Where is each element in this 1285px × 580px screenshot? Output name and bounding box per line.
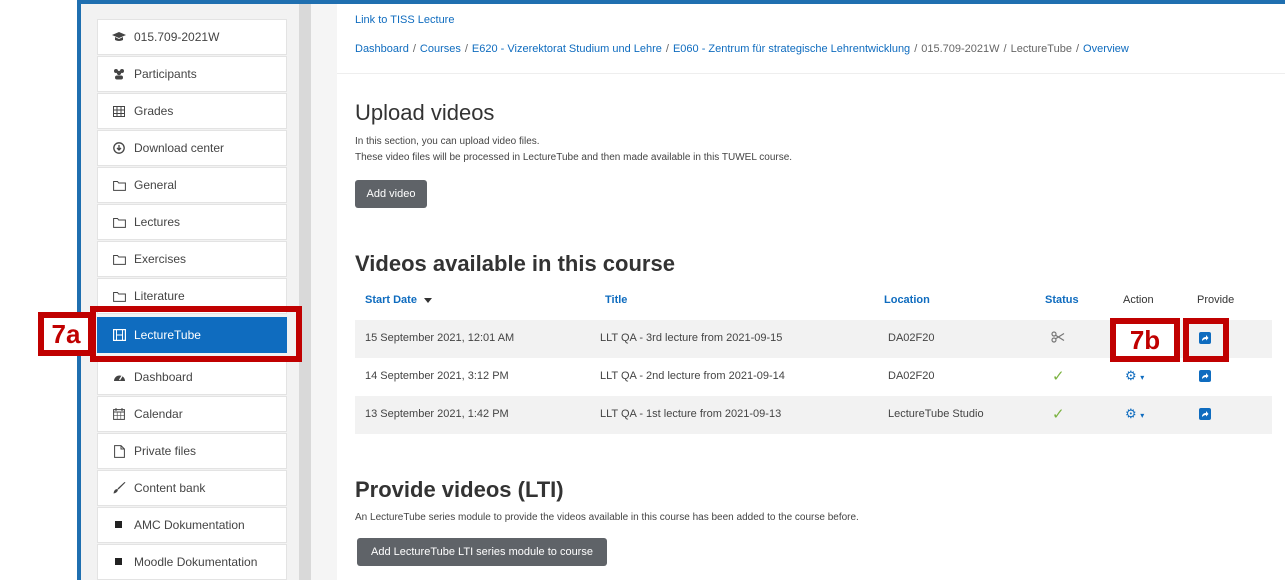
cell-title: LLT QA - 2nd lecture from 2021-09-14 [600, 370, 785, 382]
cell-title: LLT QA - 1st lecture from 2021-09-13 [600, 408, 782, 420]
annotation-box-7b [1183, 318, 1229, 362]
users-icon [112, 68, 126, 80]
breadcrumb-e060[interactable]: E060 - Zentrum für strategische Lehrentw… [673, 43, 910, 55]
cell-start-date: 15 September 2021, 12:01 AM [365, 332, 515, 344]
sidebar-item-general[interactable]: General [97, 167, 287, 203]
provide-icon[interactable] [1199, 408, 1211, 420]
table-row: 13 September 2021, 1:42 PM LLT QA - 1st … [355, 396, 1272, 434]
provide-description: An LectureTube series module to provide … [355, 512, 859, 523]
scissors-icon [1051, 331, 1065, 346]
videos-heading: Videos available in this course [355, 251, 675, 276]
cell-title: LLT QA - 3rd lecture from 2021-09-15 [600, 332, 783, 344]
calendar-icon [112, 408, 126, 420]
folder-icon [112, 217, 126, 228]
sidebar-scrollbar[interactable] [299, 4, 311, 580]
breadcrumb-dashboard[interactable]: Dashboard [355, 43, 409, 55]
cell-location: DA02F20 [888, 370, 935, 382]
column-header-provide: Provide [1197, 294, 1235, 306]
chevron-down-icon: ▾ [1140, 373, 1145, 382]
column-header-status[interactable]: Status [1045, 294, 1079, 306]
dashboard-icon [112, 371, 126, 383]
column-header-action: Action [1123, 294, 1154, 306]
column-header-location[interactable]: Location [884, 294, 930, 306]
page-header [337, 4, 1285, 74]
provide-heading: Provide videos (LTI) [355, 477, 564, 502]
check-icon: ✓ [1052, 368, 1065, 385]
column-header-start-date[interactable]: Start Date [365, 294, 433, 306]
cell-location: LectureTube Studio [888, 408, 984, 420]
table-row: 14 September 2021, 3:12 PM LLT QA - 2nd … [355, 358, 1272, 396]
sidebar-item-moodle-dokumentation[interactable]: Moodle Dokumentation [97, 544, 287, 580]
sidebar-item-label: Participants [134, 67, 197, 81]
breadcrumb-separator: / [464, 43, 468, 55]
annotation-label-7a: 7a [38, 312, 94, 356]
sidebar-item-exercises[interactable]: Exercises [97, 241, 287, 277]
provide-icon[interactable] [1199, 370, 1211, 382]
cell-location: DA02F20 [888, 332, 935, 344]
sidebar-item-label: Moodle Dokumentation [134, 555, 258, 569]
download-circle-icon [112, 142, 126, 154]
sidebar-item-label: Grades [134, 104, 174, 118]
breadcrumb-separator: / [412, 43, 416, 55]
file-icon [112, 444, 126, 458]
sidebar-item-amc-dokumentation[interactable]: AMC Dokumentation [97, 507, 287, 543]
sidebar-item-grades[interactable]: Grades [97, 93, 287, 129]
sidebar-item-course[interactable]: 015.709-2021W [97, 19, 287, 55]
sidebar-item-label: AMC Dokumentation [134, 518, 245, 532]
sidebar-item-label: General [134, 178, 177, 192]
add-lti-module-button[interactable]: Add LectureTube LTI series module to cou… [357, 538, 607, 566]
sidebar-item-download-center[interactable]: Download center [97, 130, 287, 166]
breadcrumb-courses[interactable]: Courses [420, 43, 461, 55]
upload-description-line-2: These video files will be processed in L… [355, 152, 793, 163]
add-video-button[interactable]: Add video [355, 180, 427, 208]
square-bullet-icon [112, 521, 126, 529]
tiss-lecture-link[interactable]: Link to TISS Lecture [355, 14, 454, 26]
breadcrumb-separator: / [1075, 43, 1080, 55]
annotation-label-7b: 7b [1110, 318, 1180, 362]
sidebar-item-label: Exercises [134, 252, 187, 266]
sidebar-item-label: 015.709-2021W [134, 30, 220, 44]
column-header-title[interactable]: Title [605, 294, 627, 306]
cell-start-date: 13 September 2021, 1:42 PM [365, 408, 509, 420]
graduation-cap-icon [112, 31, 126, 43]
sidebar-item-label: Lectures [134, 215, 181, 229]
table-icon [112, 105, 126, 117]
folder-icon [112, 291, 126, 302]
cell-start-date: 14 September 2021, 3:12 PM [365, 370, 509, 382]
sidebar-item-label: Calendar [134, 407, 183, 421]
folder-icon [112, 180, 126, 191]
sidebar-item-label: Dashboard [134, 370, 193, 384]
breadcrumb-course: 015.709-2021W [921, 43, 1000, 55]
sidebar-item-content-bank[interactable]: Content bank [97, 470, 287, 506]
breadcrumb-overview[interactable]: Overview [1083, 43, 1129, 55]
sidebar-item-label: Download center [134, 141, 225, 155]
breadcrumb: Dashboard / Courses / E620 - Vizerektorat St… [355, 43, 1129, 55]
annotation-box-7a [90, 306, 302, 362]
upload-description-line-1: In this section, you can upload video fi… [355, 136, 540, 147]
sidebar-item-private-files[interactable]: Private files [97, 433, 287, 469]
breadcrumb-separator: / [1003, 43, 1007, 55]
breadcrumb-lecturetube: LectureTube [1010, 43, 1072, 55]
sidebar-item-label: Private files [134, 444, 197, 458]
check-icon: ✓ [1052, 406, 1065, 423]
sidebar-item-label: Content bank [134, 481, 206, 495]
upload-heading: Upload videos [355, 100, 495, 125]
sidebar-item-participants[interactable]: Participants [97, 56, 287, 92]
breadcrumb-separator: / [914, 43, 918, 55]
main-gutter [311, 4, 337, 580]
sidebar-item-lectures[interactable]: Lectures [97, 204, 287, 240]
chevron-down-icon: ▾ [1140, 411, 1145, 420]
action-gear-dropdown[interactable]: ⚙ ▾ [1125, 406, 1144, 422]
breadcrumb-e620[interactable]: E620 - Vizerektorat Studium und Lehre [472, 43, 662, 55]
sidebar-item-calendar[interactable]: Calendar [97, 396, 287, 432]
column-header-label: Start Date [365, 294, 417, 306]
sidebar-item-label: Literature [134, 289, 185, 303]
square-bullet-icon [112, 558, 126, 566]
brush-icon [112, 482, 126, 494]
action-gear-dropdown[interactable]: ⚙ ▾ [1125, 368, 1144, 384]
sort-caret-icon [424, 297, 433, 303]
breadcrumb-separator: / [665, 43, 669, 55]
folder-icon [112, 254, 126, 265]
sidebar-item-dashboard[interactable]: Dashboard [97, 359, 287, 395]
